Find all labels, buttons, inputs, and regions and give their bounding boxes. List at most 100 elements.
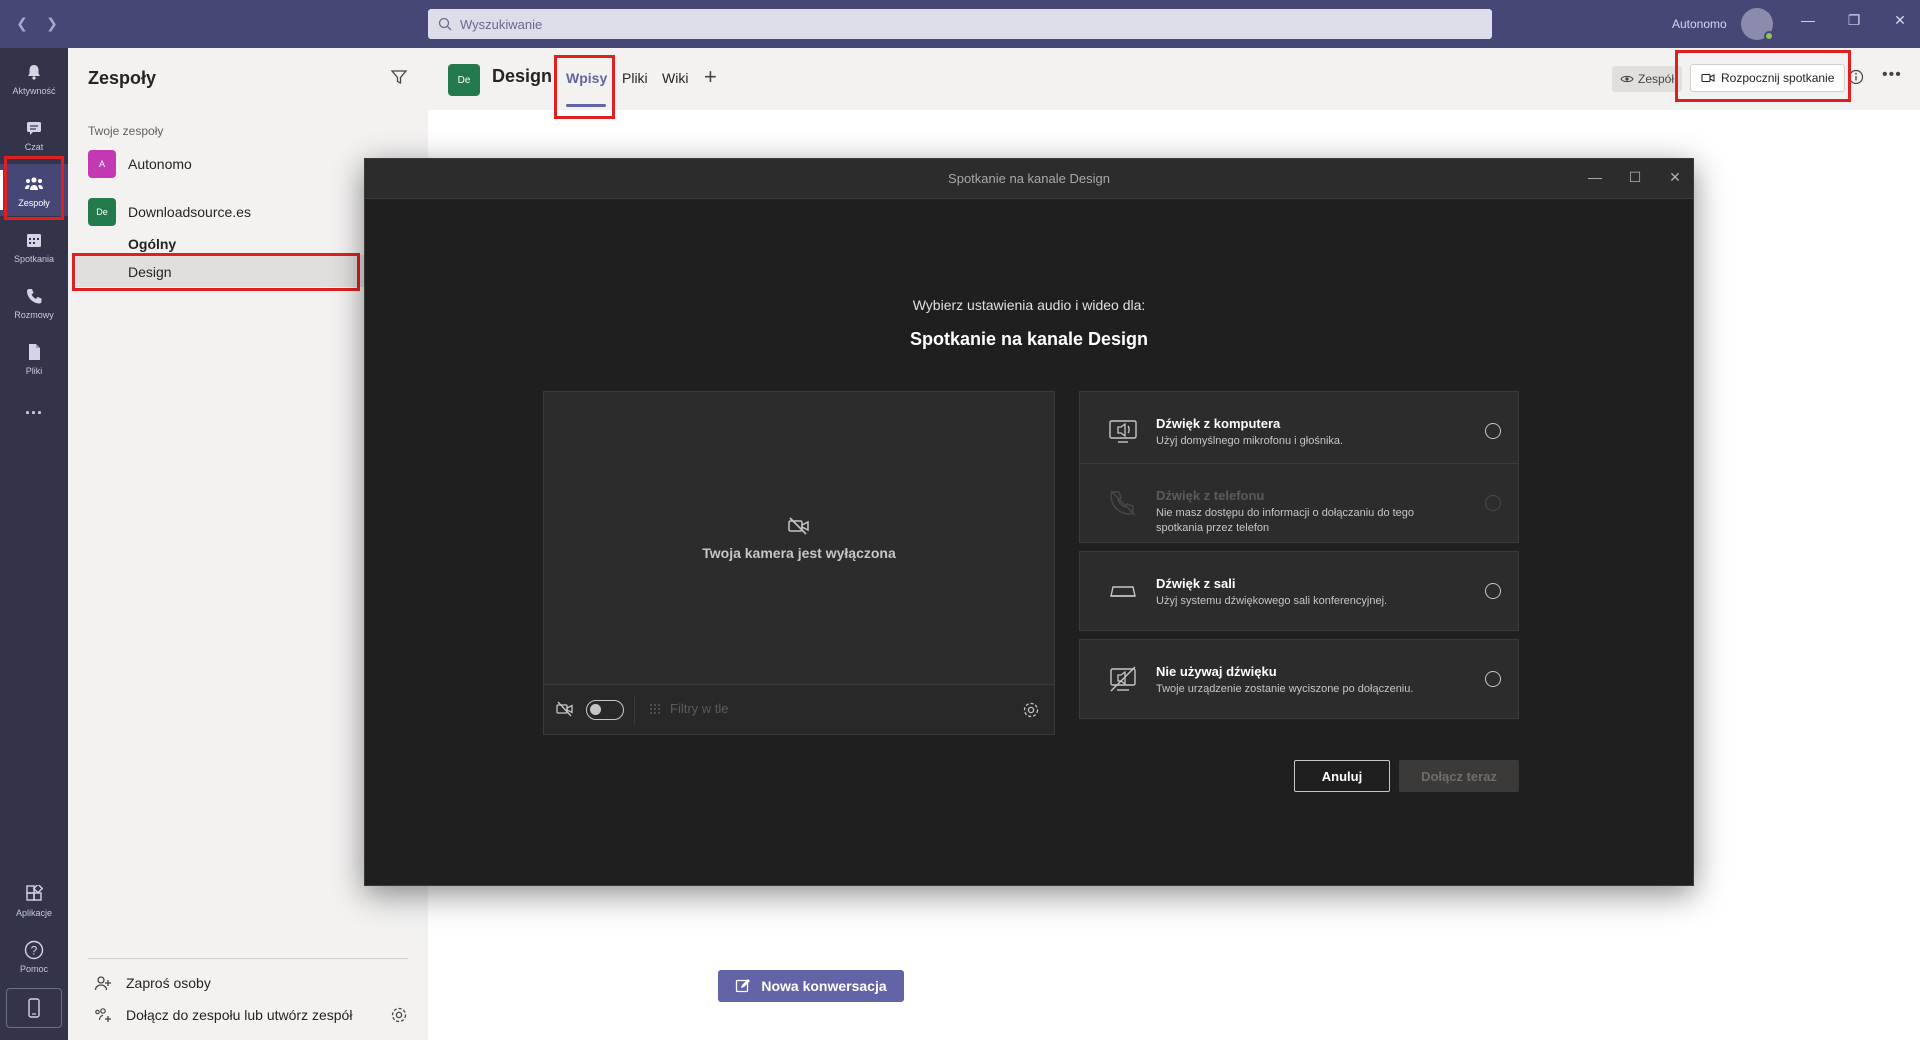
dialog-title: Spotkanie na kanale Design	[948, 171, 1110, 186]
audio-option-radio[interactable]	[1485, 671, 1501, 687]
cancel-button[interactable]: Anuluj	[1294, 760, 1390, 792]
invite-people-button[interactable]: Zaproś osoby	[94, 974, 211, 992]
rail-more-button[interactable]: ...	[0, 388, 68, 428]
start-meeting-label: Rozpocznij spotkanie	[1721, 71, 1835, 85]
page-title: Zespoły	[88, 68, 157, 88]
rail-label: Aktywność	[12, 85, 56, 96]
restore-icon[interactable]: ❐	[1844, 12, 1864, 29]
add-person-icon	[94, 976, 111, 991]
video-preview: Twoja kamera jest wyłączona Filtry w tle	[543, 391, 1055, 735]
help-icon: ?	[23, 939, 45, 961]
mobile-download-button[interactable]	[6, 988, 62, 1028]
teams-icon	[23, 173, 45, 195]
avatar[interactable]	[1741, 8, 1774, 41]
audio-option-description: Użyj domyślnego mikrofonu i głośnika.	[1156, 435, 1344, 447]
divider	[634, 695, 635, 725]
bell-icon	[23, 61, 45, 83]
camera-off-text: Twoja kamera jest wyłączona	[702, 545, 896, 561]
join-create-team-button[interactable]: Dołącz do zespołu lub utwórz zespół	[94, 1006, 352, 1024]
team-chip[interactable]: Zespół	[1612, 66, 1683, 92]
rail-item-activity[interactable]: Aktywność	[0, 52, 68, 104]
rail-label: Rozmowy	[14, 309, 54, 320]
search-input[interactable]: Wyszukiwanie	[428, 9, 1492, 39]
user-name[interactable]: Autonomo	[1672, 17, 1727, 31]
filter-icon[interactable]	[390, 68, 408, 91]
meeting-dialog: Spotkanie na kanale Design — ☐ ✕ Wybierz…	[364, 158, 1694, 886]
team-name: Autonomo	[128, 156, 192, 172]
more-icon: ...	[24, 397, 43, 418]
team-chip-label: Zespół	[1638, 72, 1675, 86]
rail-item-calls[interactable]: Rozmowy	[0, 276, 68, 328]
dialog-titlebar: Spotkanie na kanale Design — ☐ ✕	[365, 159, 1693, 199]
tab-posts[interactable]: Wpisy	[566, 70, 607, 86]
new-conversation-label: Nowa konwersacja	[761, 978, 887, 994]
tab-wiki[interactable]: Wiki	[662, 70, 688, 86]
minimize-icon[interactable]: —	[1798, 12, 1818, 28]
team-item-downloadsource[interactable]: De Downloadsource.es	[88, 196, 408, 228]
team-avatar: A	[88, 150, 116, 178]
tab-files[interactable]: Pliki	[622, 70, 648, 86]
add-tab-icon[interactable]: +	[704, 64, 717, 90]
video-camera-icon	[1701, 73, 1715, 83]
more-options-icon[interactable]: •••	[1882, 66, 1902, 84]
app-rail: Aktywność Czat Zespoły Spotkania Rozmowy…	[0, 48, 68, 1040]
title-bar: ❮ ❯ Wyszukiwanie Autonomo — ❐ ✕	[0, 0, 1920, 48]
rail-item-meetings[interactable]: Spotkania	[0, 220, 68, 272]
file-icon	[23, 341, 45, 363]
join-team-icon	[95, 1008, 111, 1022]
rail-label: Pliki	[25, 365, 43, 376]
audio-option-radio[interactable]	[1485, 583, 1501, 599]
channel-item-general[interactable]: Ogólny	[128, 236, 176, 252]
join-now-button[interactable]: Dołącz teraz	[1399, 760, 1519, 792]
room-audio-icon	[1108, 576, 1138, 606]
minimize-icon[interactable]: —	[1585, 169, 1605, 185]
audio-option-room[interactable]: Dźwięk z sali Użyj systemu dźwiękowego s…	[1079, 551, 1519, 631]
close-icon[interactable]: ✕	[1890, 12, 1910, 29]
rail-label: Czat	[24, 141, 44, 152]
channel-title: Design	[492, 66, 553, 86]
rail-item-chat[interactable]: Czat	[0, 108, 68, 160]
svg-text:?: ?	[31, 943, 38, 957]
rail-item-teams[interactable]: Zespoły	[0, 164, 68, 216]
join-team-label: Dołącz do zespołu lub utwórz zespół	[126, 1007, 353, 1023]
background-filters-button[interactable]: Filtry w tle	[648, 701, 729, 716]
active-tab-indicator	[566, 104, 606, 107]
sparkle-icon	[650, 703, 660, 714]
status-available-icon	[1764, 31, 1774, 41]
camera-toggle[interactable]	[586, 700, 624, 720]
device-settings-gear-icon[interactable]	[1022, 701, 1040, 724]
channel-item-design[interactable]: Design	[128, 264, 172, 280]
rail-item-help[interactable]: ? Pomoc	[0, 930, 68, 982]
audio-option-computer[interactable]: Dźwięk z komputera Użyj domyślnego mikro…	[1079, 391, 1519, 471]
back-arrow-icon[interactable]: ❮	[14, 14, 30, 32]
eye-icon	[1620, 75, 1634, 83]
forward-arrow-icon[interactable]: ❯	[44, 14, 60, 32]
camera-off-icon	[788, 517, 809, 535]
apps-icon	[23, 883, 45, 905]
audio-option-title: Dźwięk z sali	[1156, 576, 1236, 591]
no-audio-icon	[1108, 664, 1138, 694]
compose-icon	[736, 979, 751, 993]
rail-label: Aplikacje	[15, 907, 53, 918]
channel-avatar: De	[448, 64, 480, 96]
close-icon[interactable]: ✕	[1665, 169, 1685, 186]
audio-option-title: Nie używaj dźwięku	[1156, 664, 1277, 679]
audio-option-title: Dźwięk z komputera	[1156, 416, 1281, 431]
new-conversation-button[interactable]: Nowa konwersacja	[718, 970, 904, 1002]
audio-option-radio[interactable]	[1485, 423, 1501, 439]
phone-audio-icon	[1108, 488, 1138, 518]
search-icon	[438, 17, 452, 31]
audio-option-description: Użyj systemu dźwiękowego sali konferency…	[1156, 595, 1388, 607]
team-item-autonomo[interactable]: A Autonomo	[88, 148, 408, 180]
info-icon[interactable]	[1848, 69, 1864, 90]
rail-item-files[interactable]: Pliki	[0, 332, 68, 384]
audio-option-none[interactable]: Nie używaj dźwięku Twoje urządzenie zost…	[1079, 639, 1519, 719]
settings-gear-icon[interactable]	[390, 1006, 408, 1029]
rail-label: Zespoły	[18, 197, 50, 208]
maximize-icon[interactable]: ☐	[1625, 169, 1645, 186]
audio-option-radio	[1485, 495, 1501, 511]
rail-item-apps[interactable]: Aplikacje	[0, 874, 68, 926]
search-placeholder: Wyszukiwanie	[460, 16, 543, 32]
start-meeting-button[interactable]: Rozpocznij spotkanie	[1690, 64, 1846, 92]
channel-header: De Design Wpisy Pliki Wiki + Zespół Rozp…	[428, 48, 1920, 110]
